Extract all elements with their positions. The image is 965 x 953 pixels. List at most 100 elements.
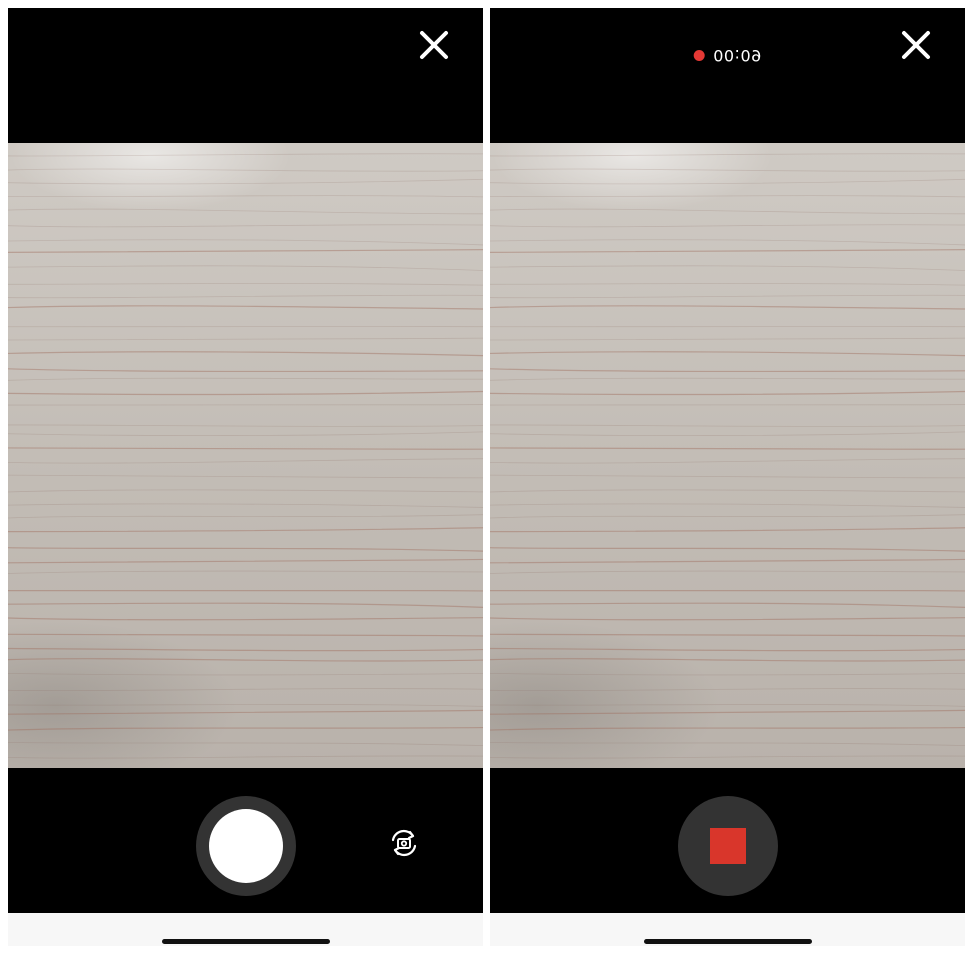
wood-grain-line [490,658,965,662]
wood-grain-line [8,514,483,519]
wood-grain-line [8,239,483,246]
close-icon [902,31,930,59]
wood-grain-line [8,431,483,436]
recording-indicator: 00:09 [693,46,762,65]
wood-grain-line [490,178,965,185]
wood-grain-line [490,726,965,731]
wood-grain-line [8,195,483,198]
switch-camera-icon [391,829,417,857]
wood-grain-line [8,447,483,450]
wood-grain-line [490,377,965,381]
wood-grain-line [490,672,965,676]
wood-grain-line [8,265,483,271]
wood-grain-line [8,377,483,381]
wood-grain-line [490,208,965,215]
wood-grain-line [8,458,483,464]
camera-viewfinder [8,143,483,768]
camera-screen-idle [8,8,483,946]
top-bar [8,8,483,143]
wood-grain-line [8,224,483,228]
wood-grain-line [490,489,965,493]
top-bar: 00:09 [490,8,965,143]
wood-grain-line [8,726,483,731]
wood-grain-line [8,688,483,692]
recording-dot-icon [693,50,705,61]
wood-grain-line [490,351,965,357]
wood-grain-texture [8,153,483,759]
wood-grain-line [8,672,483,676]
wood-grain-line [490,337,965,341]
recording-timer: 00:09 [713,46,762,65]
close-button[interactable] [899,28,933,62]
camera-screen-recording: 00:09 [490,8,965,946]
home-area [8,913,483,946]
wood-grain-line [8,178,483,185]
shutter-button[interactable] [195,796,296,896]
wood-grain-line [490,617,965,621]
wood-grain-line [490,368,965,373]
wood-grain-line [490,458,965,464]
wood-grain-line [8,294,483,299]
wood-grain-line [8,168,483,172]
wood-grain-line [490,589,965,592]
wood-grain-line [490,239,965,246]
wood-grain-line [490,741,965,747]
wood-grain-line [490,704,965,707]
wood-grain-line [490,647,965,652]
home-indicator[interactable] [161,939,330,944]
wood-grain-line [8,527,483,533]
wood-grain-line [8,337,483,341]
wood-grain-line [490,249,965,254]
wood-grain-line [8,647,483,652]
wood-grain-line [490,168,965,172]
wood-grain-line [490,688,965,692]
wood-grain-line [8,589,483,592]
wood-grain-line [8,474,483,479]
wood-grain-line [8,424,483,427]
wood-grain-texture [490,153,965,759]
wood-grain-line [490,447,965,450]
wood-grain-line [490,547,965,552]
close-icon [420,31,448,59]
wood-grain-line [490,514,965,519]
wood-grain-line [490,503,965,508]
wood-grain-line [8,633,483,637]
camera-controls [490,768,965,913]
wood-grain-line [490,474,965,479]
wood-grain-line [8,741,483,747]
wood-grain-line [490,527,965,533]
wood-grain-line [490,558,965,564]
shutter-inner [208,809,283,883]
home-area [490,913,965,946]
wood-grain-line [8,704,483,707]
screenshot-pair: 00:09 [0,0,965,953]
switch-camera-button[interactable] [387,826,421,860]
close-button[interactable] [417,28,451,62]
wood-grain-line [490,709,965,715]
camera-controls [8,768,483,913]
wood-grain-line [8,558,483,564]
home-indicator[interactable] [643,939,812,944]
wood-grain-line [8,503,483,508]
wood-grain-line [8,658,483,662]
wood-grain-line [490,431,965,436]
wood-grain-line [8,709,483,715]
wood-grain-line [8,755,483,759]
wood-grain-line [8,602,483,608]
stop-icon [709,828,746,864]
wood-grain-line [490,755,965,759]
wood-grain-line [8,305,483,310]
wood-grain-line [8,208,483,215]
wood-grain-line [490,195,965,198]
stop-recording-button[interactable] [677,796,778,896]
wood-grain-line [8,249,483,254]
wood-grain-line [490,224,965,228]
wood-grain-line [8,368,483,373]
wood-grain-line [490,570,965,574]
wood-grain-line [8,351,483,357]
wood-grain-line [490,424,965,427]
wood-grain-line [490,294,965,299]
wood-grain-line [8,489,483,493]
wood-grain-line [8,390,483,396]
wood-grain-line [490,305,965,310]
